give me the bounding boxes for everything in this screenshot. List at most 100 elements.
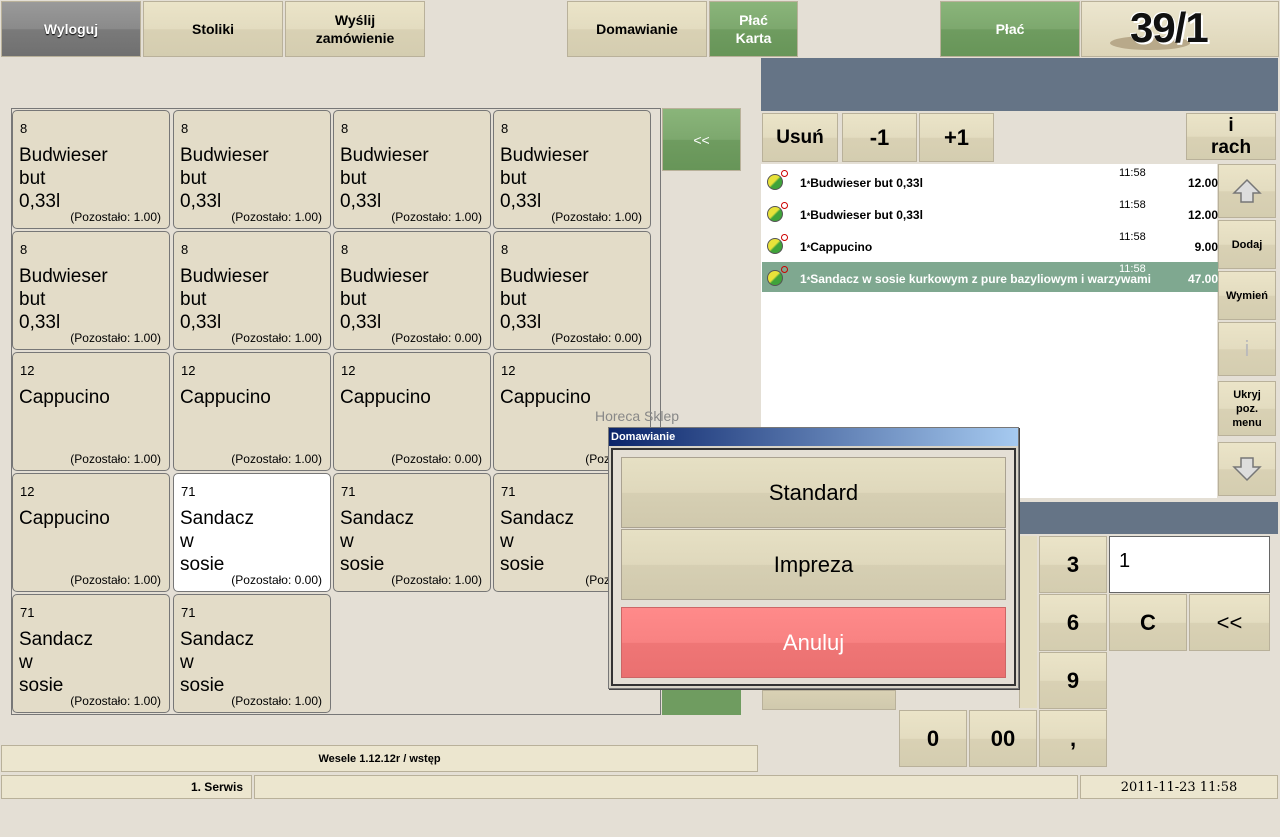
pay-card-button[interactable]: Płać Karta [709, 1, 798, 57]
replace-button[interactable]: Wymień [1218, 271, 1276, 320]
product-tile[interactable]: 8 Budwieser but 0,33l (Pozostało: 0.00) [333, 231, 491, 350]
product-name: Cappucino [500, 387, 591, 408]
product-code: 71 [181, 484, 196, 499]
order-item[interactable]: 1*Budwieser but 0,33l 11:58 12.00 [762, 166, 1218, 196]
order-item-text: 1*Budwieser but 0,33l [800, 208, 923, 222]
order-item-price: 9.00 [1194, 240, 1218, 254]
product-tile[interactable]: 12 Cappucino (Pozostało: 1.00) [173, 352, 331, 471]
product-code: 71 [181, 605, 196, 620]
ghost-title: Horeca Sklep [595, 408, 680, 424]
product-name: Cappucino [180, 387, 271, 408]
order-item[interactable]: 1*Sandacz w sosie kurkowym z pure bazyli… [762, 262, 1218, 292]
product-tile[interactable]: 8 Budwieser but 0,33l (Pozostało: 1.00) [493, 110, 651, 229]
product-tile[interactable]: 8 Budwieser but 0,33l (Pozostało: 1.00) [173, 231, 331, 350]
pay-button[interactable]: Płać [940, 1, 1080, 57]
product-name: Sandacz w sosie [340, 508, 414, 575]
order-item-text: 1*Sandacz w sosie kurkowym z pure bazyli… [800, 272, 1151, 286]
keypad-column-left [1019, 536, 1037, 708]
cancel-button[interactable]: Anuluj [621, 607, 1006, 678]
product-tile[interactable]: 12 Cappucino (Pozostało: 1.00) [12, 352, 170, 471]
product-name: Budwieser but 0,33l [180, 145, 269, 212]
product-code: 12 [501, 363, 516, 378]
table-indicator: 39/1 [1081, 1, 1279, 57]
item-status-icon [767, 234, 788, 254]
product-tile[interactable]: 8 Budwieser but 0,33l (Pozostało: 1.00) [333, 110, 491, 229]
scroll-down-button[interactable] [1218, 442, 1276, 496]
keypad-extra-button[interactable] [762, 690, 896, 710]
product-tile[interactable]: 8 Budwieser but 0,33l (Pozostało: 1.00) [12, 231, 170, 350]
hide-menu-button[interactable]: Ukryj poz. menu [1218, 381, 1276, 436]
product-remaining: (Pozostało: 1.00) [70, 452, 161, 466]
add-on-button[interactable]: Domawianie [567, 1, 707, 57]
key-9[interactable]: 9 [1039, 652, 1107, 709]
product-name: Cappucino [340, 387, 431, 408]
product-code: 8 [181, 121, 189, 136]
product-tile[interactable]: 8 Budwieser but 0,33l (Pozostało: 1.00) [12, 110, 170, 229]
product-name: Cappucino [19, 387, 110, 408]
clear-button[interactable]: C [1109, 594, 1187, 651]
product-name: Budwieser but 0,33l [180, 266, 269, 333]
product-code: 8 [20, 242, 28, 257]
product-tile[interactable]: 12 Cappucino (Pozostało: 0.00) [333, 352, 491, 471]
order-item-price: 12.00 [1187, 176, 1218, 190]
item-status-icon [767, 170, 788, 190]
product-name: Budwieser but 0,33l [500, 266, 589, 333]
product-code: 12 [20, 363, 35, 378]
product-code: 12 [181, 363, 196, 378]
plus-one-button[interactable]: +1 [919, 113, 994, 162]
product-tile[interactable]: 8 Budwieser but 0,33l (Pozostało: 0.00) [493, 231, 651, 350]
remove-button[interactable]: Usuń [762, 113, 838, 162]
order-item[interactable]: 1*Budwieser but 0,33l 11:58 12.00 [762, 198, 1218, 228]
tables-button[interactable]: Stoliki [143, 1, 283, 57]
bill-info-button[interactable]: i rach [1186, 113, 1276, 160]
product-remaining: (Pozostało: 1.00) [231, 210, 322, 224]
item-status-icon [767, 266, 788, 286]
key-3[interactable]: 3 [1039, 536, 1107, 593]
product-remaining: (Pozostało: 1.00) [70, 694, 161, 708]
product-name: Budwieser but 0,33l [340, 145, 429, 212]
product-name: Sandacz w sosie [19, 629, 93, 696]
order-item[interactable]: 1*Cappucino 11:58 9.00 [762, 230, 1218, 260]
minus-one-button[interactable]: -1 [842, 113, 917, 162]
product-remaining: (Pozostało: 0.00) [551, 331, 642, 345]
key-00[interactable]: 00 [969, 710, 1037, 767]
product-code: 12 [20, 484, 35, 499]
product-name: Sandacz w sosie [180, 508, 254, 575]
status-bar [254, 775, 1078, 799]
product-code: 8 [341, 121, 349, 136]
scroll-up-button[interactable] [1218, 164, 1276, 218]
order-item-time: 11:58 [1119, 263, 1146, 275]
backspace-button[interactable]: << [1189, 594, 1270, 651]
standard-button[interactable]: Standard [621, 457, 1006, 528]
product-code: 8 [181, 242, 189, 257]
product-remaining: (Pozostało: 1.00) [551, 210, 642, 224]
product-remaining: (Pozostało: 1.00) [391, 573, 482, 587]
product-remaining: (Pozostało: 1.00) [70, 331, 161, 345]
key-comma[interactable]: , [1039, 710, 1107, 767]
product-tile[interactable]: 71 Sandacz w sosie (Pozostało: 1.00) [12, 594, 170, 713]
order-item-text: 1*Budwieser but 0,33l [800, 176, 923, 190]
add-button[interactable]: Dodaj [1218, 220, 1276, 269]
key-0[interactable]: 0 [899, 710, 967, 767]
quantity-display[interactable]: 1 [1109, 536, 1270, 593]
product-name: Budwieser but 0,33l [19, 145, 108, 212]
product-tile[interactable]: 12 Cappucino (Pozostało: 1.00) [12, 473, 170, 592]
product-tile[interactable]: 71 Sandacz w sosie (Pozostało: 0.00) [173, 473, 331, 592]
logout-button[interactable]: Wyloguj [1, 1, 141, 57]
product-code: 71 [501, 484, 516, 499]
product-remaining: (Pozostało: 1.00) [231, 331, 322, 345]
order-item-time: 11:58 [1119, 231, 1146, 243]
grid-scroll-button[interactable] [662, 685, 741, 715]
order-item-time: 11:58 [1119, 167, 1146, 179]
info-button[interactable]: i [1218, 322, 1276, 376]
product-tile[interactable]: 71 Sandacz w sosie (Pozostało: 1.00) [173, 594, 331, 713]
key-6[interactable]: 6 [1039, 594, 1107, 651]
product-tile[interactable]: 8 Budwieser but 0,33l (Pozostało: 1.00) [173, 110, 331, 229]
grid-back-button[interactable]: << [662, 108, 741, 171]
party-button[interactable]: Impreza [621, 529, 1006, 600]
product-name: Sandacz w sosie [500, 508, 574, 575]
product-remaining: (Pozostało: 0.00) [391, 331, 482, 345]
send-order-button[interactable]: Wyślij zamówienie [285, 1, 425, 57]
menu-path: Wesele 1.12.12r / wstęp [1, 745, 758, 772]
product-tile[interactable]: 71 Sandacz w sosie (Pozostało: 1.00) [333, 473, 491, 592]
